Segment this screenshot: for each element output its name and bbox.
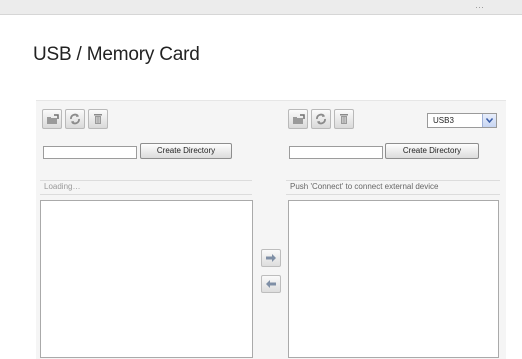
copy-to-right-button[interactable] (261, 249, 281, 267)
refresh-icon (316, 113, 326, 125)
browser-top-bar: ⋯ (0, 0, 522, 15)
left-delete-button[interactable] (88, 109, 108, 129)
copy-to-left-button[interactable] (261, 275, 281, 293)
upload-folder-icon (292, 113, 305, 124)
trash-icon (94, 114, 102, 124)
right-divider-2 (286, 194, 500, 195)
left-file-list[interactable] (40, 200, 253, 358)
right-status-text: Push 'Connect' to connect external devic… (290, 182, 439, 191)
right-upload-folder-button[interactable] (288, 109, 308, 129)
top-bar-ellipsis-icon: ⋯ (475, 2, 492, 12)
left-directory-name-input[interactable] (43, 146, 137, 159)
right-delete-button[interactable] (334, 109, 354, 129)
left-status-text: Loading… (44, 182, 81, 191)
right-directory-name-input[interactable] (289, 146, 383, 159)
left-upload-folder-button[interactable] (42, 109, 62, 129)
right-divider (286, 180, 500, 181)
left-divider-2 (40, 194, 252, 195)
page-title: USB / Memory Card (33, 44, 200, 65)
arrow-right-icon (266, 254, 276, 262)
chevron-down-icon[interactable] (482, 114, 496, 127)
device-select-value: USB3 (433, 116, 454, 125)
right-toolbar (288, 109, 354, 129)
left-refresh-button[interactable] (65, 109, 85, 129)
left-create-directory-button[interactable]: Create Directory (140, 143, 232, 159)
left-divider (40, 180, 252, 181)
left-toolbar (42, 109, 108, 129)
refresh-icon (70, 113, 80, 125)
right-create-directory-button[interactable]: Create Directory (385, 143, 479, 159)
device-select[interactable]: USB3 (427, 113, 497, 128)
right-file-list[interactable] (288, 200, 499, 358)
trash-icon (340, 114, 348, 124)
arrow-left-icon (266, 280, 276, 288)
right-refresh-button[interactable] (311, 109, 331, 129)
upload-folder-icon (46, 113, 59, 124)
